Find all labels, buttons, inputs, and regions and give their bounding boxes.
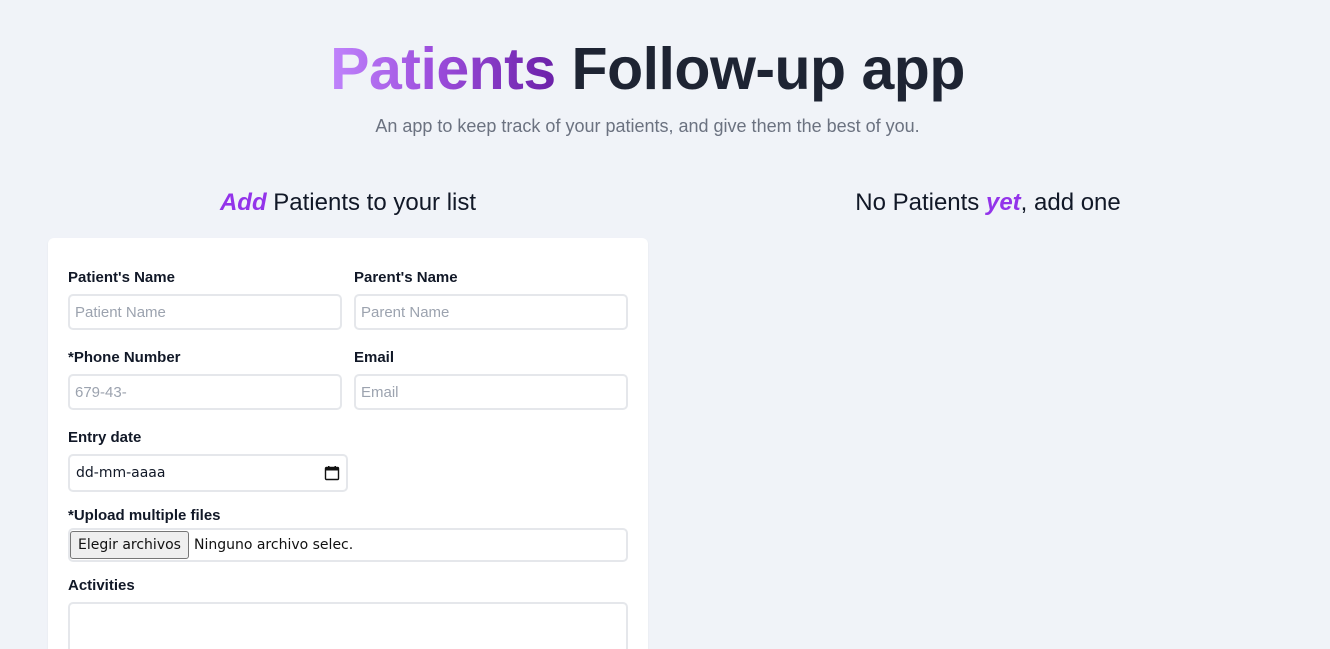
form-heading-text: Patients to your list: [266, 189, 477, 216]
activities-textarea[interactable]: [68, 602, 628, 649]
page-subtitle: An app to keep track of your patients, a…: [375, 116, 920, 136]
email-label: Email: [354, 349, 395, 366]
choose-files-button[interactable]: Elegir archivos: [70, 531, 189, 559]
parent-name-input[interactable]: [354, 294, 628, 330]
entry-date-label: Entry date: [68, 429, 142, 446]
entry-date-input[interactable]: dd-mm-aaaa: [68, 454, 348, 492]
email-input[interactable]: [354, 374, 628, 410]
upload-label: *Upload multiple files: [68, 507, 221, 524]
activities-label: Activities: [68, 577, 135, 594]
phone-input[interactable]: [68, 374, 342, 410]
patient-list-heading: No Patients yet, add one: [688, 187, 1288, 219]
patient-name-label: Patient's Name: [68, 269, 175, 286]
parent-name-label: Parent's Name: [354, 269, 458, 286]
calendar-icon[interactable]: [324, 465, 340, 481]
app-page: Patients Follow-up app An app to keep tr…: [0, 0, 1330, 649]
title-rest: Follow-up app: [555, 36, 966, 102]
title-accent: Patients: [330, 36, 556, 102]
form-heading-emphasis: Add: [219, 189, 267, 216]
list-heading-emphasis: yet: [985, 189, 1021, 216]
patient-form-card: Patient's Name Parent's Name *Phone Numb…: [48, 238, 648, 649]
list-heading-after: , add one: [1020, 189, 1121, 216]
list-heading-before: No Patients: [855, 189, 986, 216]
patient-name-input[interactable]: [68, 294, 342, 330]
file-upload-input[interactable]: Elegir archivos Ninguno archivo selec.: [68, 528, 628, 562]
file-status-text: Ninguno archivo selec.: [193, 537, 354, 553]
page-title: Patients Follow-up app: [0, 30, 1295, 108]
app-header: Patients Follow-up app An app to keep tr…: [0, 30, 1295, 138]
phone-label: *Phone Number: [68, 349, 181, 366]
entry-date-value: dd-mm-aaaa: [76, 465, 166, 481]
form-heading: Add Patients to your list: [48, 187, 648, 219]
